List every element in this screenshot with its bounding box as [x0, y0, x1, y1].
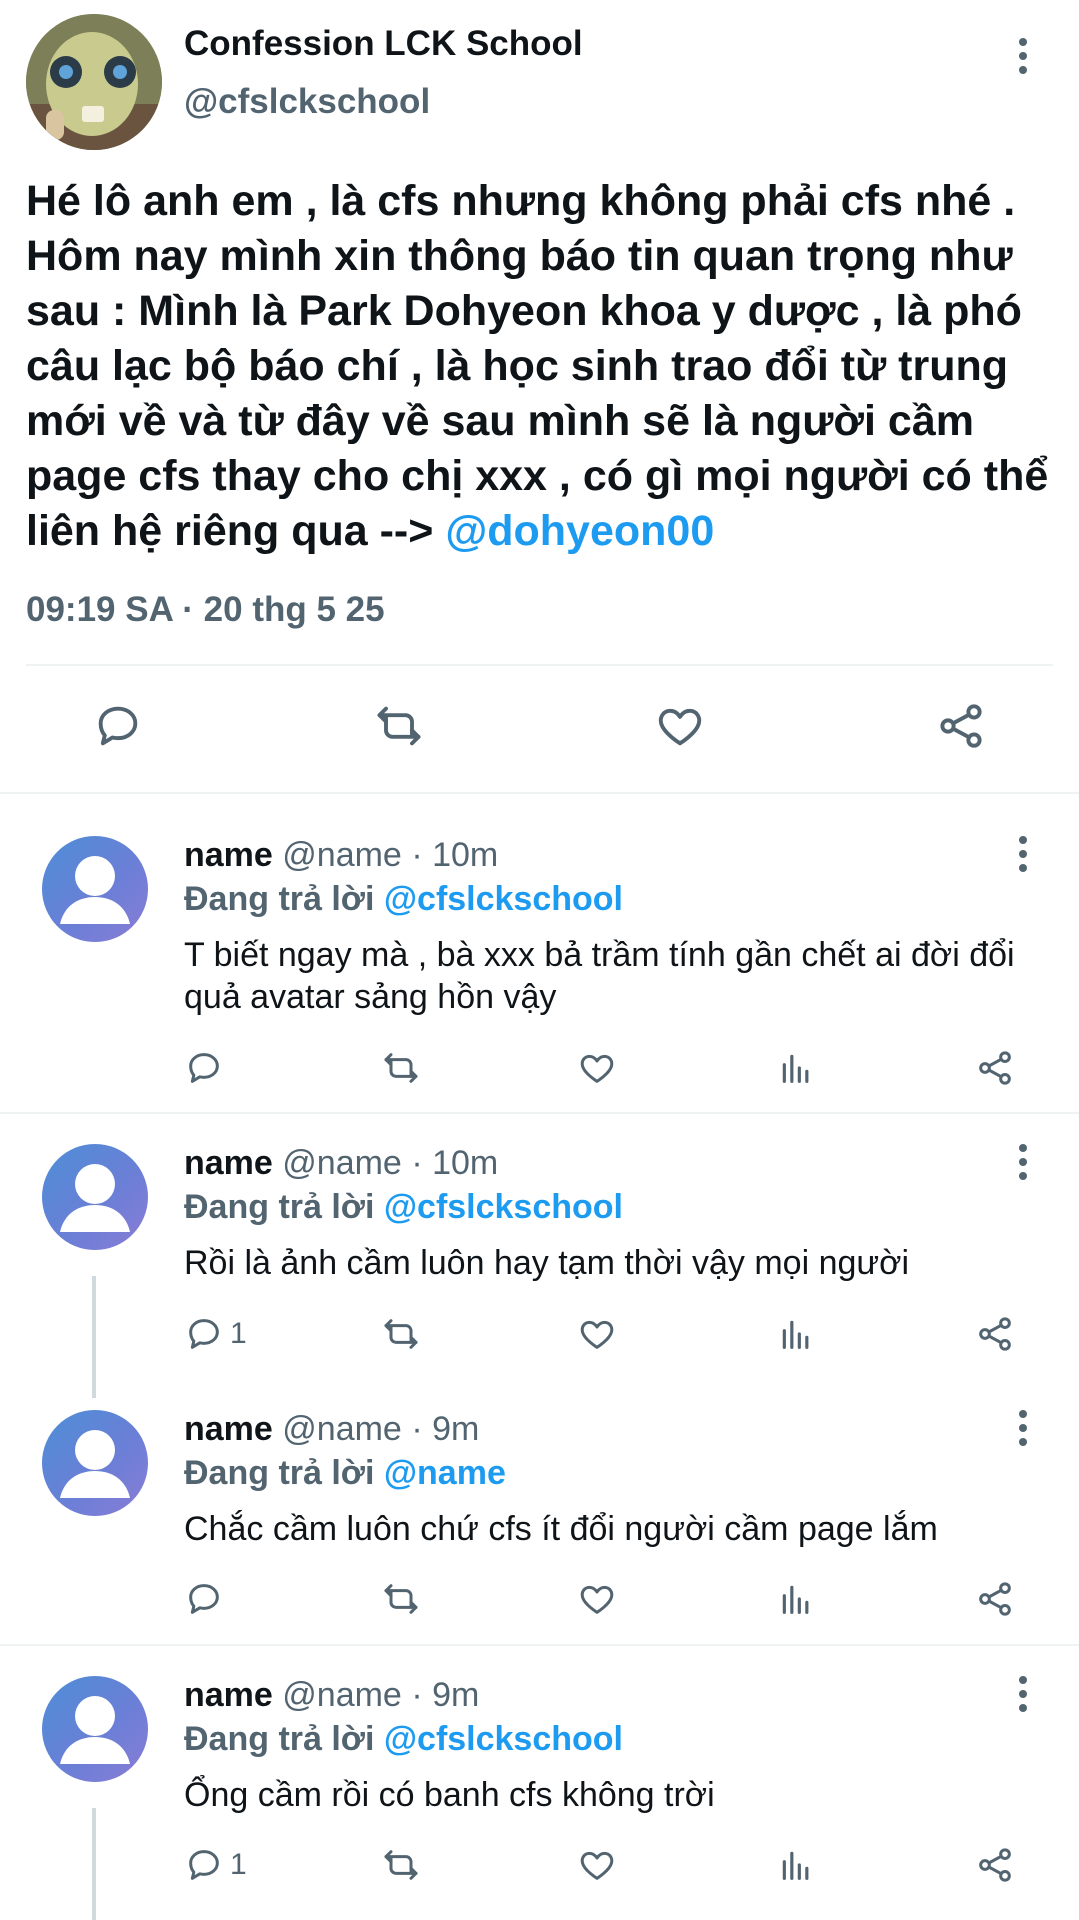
reply-text: T biết ngay mà , bà xxx bả trầm tính gần…: [184, 936, 1015, 1016]
reply-avatar[interactable]: [42, 1410, 148, 1516]
divider: [0, 1644, 1079, 1646]
author-avatar-image: [26, 14, 162, 150]
thread-connector: [92, 1808, 96, 1920]
reply-count: 1: [230, 1317, 247, 1350]
replying-to-label: Đang trả lời: [184, 1454, 384, 1492]
reply-actions: 1: [184, 1845, 1024, 1889]
reply-icon[interactable]: [184, 1048, 230, 1088]
reply-avatar[interactable]: [42, 1144, 148, 1250]
divider: [26, 664, 1053, 666]
reply-time: · 10m: [411, 1144, 499, 1182]
replying-to-mention[interactable]: @cfslckschool: [384, 1720, 623, 1758]
views-icon[interactable]: [776, 1845, 816, 1885]
reply-author-handle[interactable]: @name: [282, 1144, 402, 1182]
reply-icon[interactable]: 1: [184, 1845, 247, 1885]
more-options-icon[interactable]: [1012, 1408, 1034, 1448]
reply-author-handle[interactable]: @name: [282, 1676, 402, 1714]
replying-to-label: Đang trả lời: [184, 1188, 384, 1226]
reply-text: Rồi là ảnh cầm luôn hay tạm thời vậy mọi…: [184, 1244, 910, 1282]
share-icon[interactable]: [974, 1845, 1016, 1885]
share-icon[interactable]: [974, 1048, 1016, 1088]
author-handle[interactable]: @cfslckschool: [184, 82, 430, 122]
default-avatar-icon: [42, 1164, 148, 1250]
tweet-timestamp: 09:19 SA · 20 thg 5 25: [26, 590, 385, 629]
reply-author-name[interactable]: name: [184, 1676, 273, 1714]
thread-connector: [92, 1276, 96, 1398]
reply-time: · 9m: [411, 1410, 480, 1448]
replying-to: Đang trả lời @cfslckschool: [184, 1188, 623, 1227]
share-icon[interactable]: [934, 700, 988, 752]
reply-author-handle[interactable]: @name: [282, 1410, 402, 1448]
reply-author-name[interactable]: name: [184, 836, 273, 874]
reply-header: name @name · 9m: [184, 1676, 479, 1715]
tweet-text: Hé lô anh em , là cfs nhưng không phải c…: [26, 177, 1049, 555]
more-options-icon[interactable]: [1012, 1674, 1034, 1714]
reply-author-name[interactable]: name: [184, 1410, 273, 1448]
more-options-icon[interactable]: [1012, 1142, 1034, 1182]
more-options-icon[interactable]: [1012, 834, 1034, 874]
like-icon[interactable]: [653, 700, 707, 752]
share-icon[interactable]: [974, 1579, 1016, 1619]
tweet-mention-link[interactable]: @dohyeon00: [445, 507, 714, 555]
replying-to-mention[interactable]: @cfslckschool: [384, 880, 623, 918]
replying-to-label: Đang trả lời: [184, 880, 384, 918]
reply-header: name @name · 10m: [184, 1144, 498, 1183]
divider: [0, 792, 1079, 794]
reply-icon[interactable]: 1: [184, 1314, 247, 1354]
reply-text: Ổng cầm rồi có banh cfs không trời: [184, 1776, 715, 1814]
author-name[interactable]: Confession LCK School: [184, 24, 583, 64]
more-options-icon[interactable]: [1012, 36, 1034, 76]
like-icon[interactable]: [576, 1314, 618, 1354]
replying-to: Đang trả lời @cfslckschool: [184, 1720, 623, 1759]
reply-avatar[interactable]: [42, 1676, 148, 1782]
views-icon[interactable]: [776, 1048, 816, 1088]
reply-time: · 9m: [411, 1676, 480, 1714]
like-icon[interactable]: [576, 1579, 618, 1619]
share-icon[interactable]: [974, 1314, 1016, 1354]
divider: [0, 1112, 1079, 1114]
retweet-icon[interactable]: [380, 1845, 422, 1885]
author-avatar[interactable]: [26, 14, 162, 150]
like-icon[interactable]: [576, 1845, 618, 1885]
like-icon[interactable]: [576, 1048, 618, 1088]
reply-author-name[interactable]: name: [184, 1144, 273, 1182]
default-avatar-icon: [42, 1696, 148, 1782]
retweet-icon[interactable]: [372, 700, 426, 752]
default-avatar-icon: [42, 856, 148, 942]
reply-actions: 1: [184, 1314, 1024, 1358]
reply-icon[interactable]: [92, 700, 144, 752]
views-icon[interactable]: [776, 1579, 816, 1619]
replying-to-mention[interactable]: @name: [384, 1454, 506, 1492]
reply-header: name @name · 10m: [184, 836, 498, 875]
replying-to-mention[interactable]: @cfslckschool: [384, 1188, 623, 1226]
reply-author-handle[interactable]: @name: [282, 836, 402, 874]
retweet-icon[interactable]: [380, 1048, 422, 1088]
replying-to-label: Đang trả lời: [184, 1720, 384, 1758]
reply-actions: [184, 1048, 1024, 1092]
retweet-icon[interactable]: [380, 1579, 422, 1619]
views-icon[interactable]: [776, 1314, 816, 1354]
reply-text: Chắc cầm luôn chứ cfs ít đổi người cầm p…: [184, 1510, 938, 1548]
reply-avatar[interactable]: [42, 836, 148, 942]
retweet-icon[interactable]: [380, 1314, 422, 1354]
tweet-body: Hé lô anh em , là cfs nhưng không phải c…: [26, 174, 1076, 559]
default-avatar-icon: [42, 1430, 148, 1516]
reply-count: 1: [230, 1848, 247, 1881]
reply-icon[interactable]: [184, 1579, 230, 1619]
replying-to: Đang trả lời @name: [184, 1454, 506, 1493]
reply-header: name @name · 9m: [184, 1410, 479, 1449]
reply-time: · 10m: [411, 836, 499, 874]
replying-to: Đang trả lời @cfslckschool: [184, 880, 623, 919]
reply-actions: [184, 1579, 1024, 1623]
